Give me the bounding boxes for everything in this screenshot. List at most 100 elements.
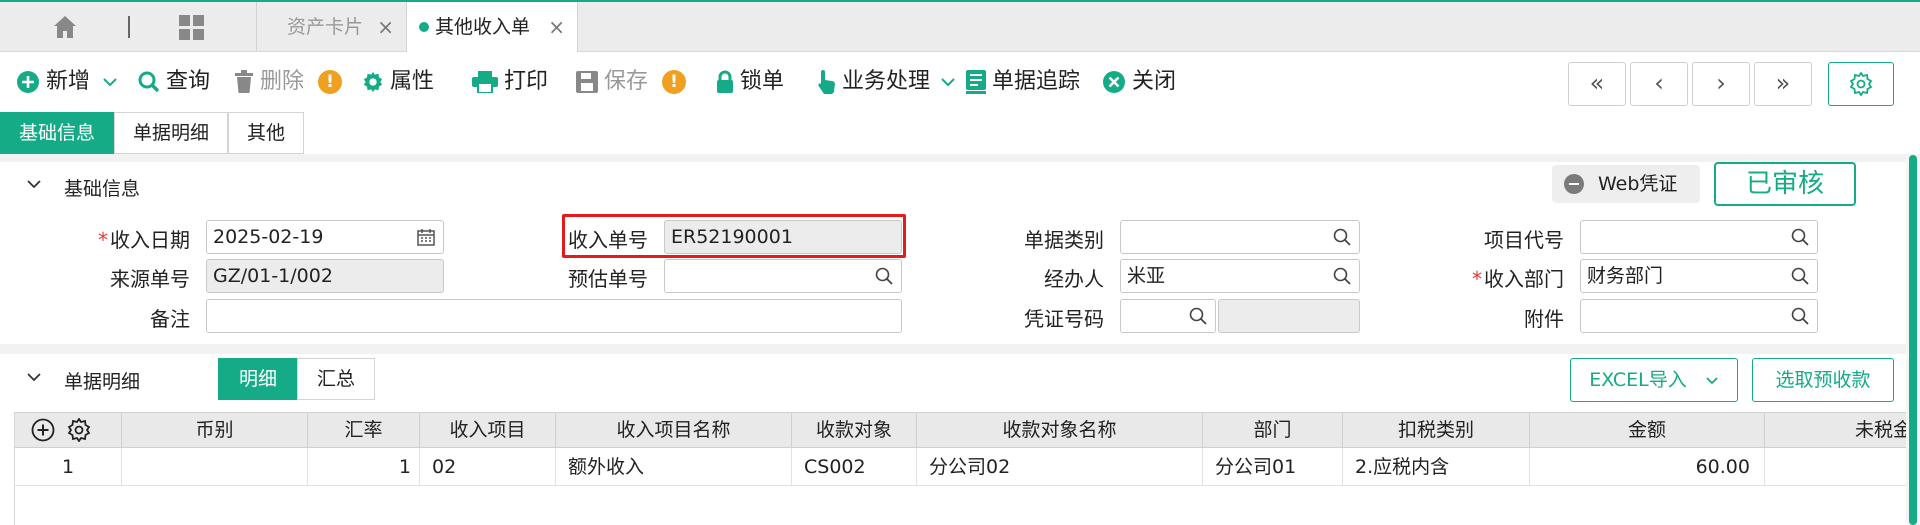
table-row[interactable]: 1 1 02 额外收入 CS002 分公司02 分公司01 2.应税内含 60.…	[15, 448, 1906, 486]
first-record-button[interactable]: «	[1568, 62, 1626, 106]
pointer-hand-icon	[818, 70, 835, 94]
search-icon[interactable]	[1333, 267, 1351, 285]
chevron-down-icon[interactable]	[940, 77, 956, 87]
prev-record-button[interactable]: ‹	[1630, 62, 1688, 106]
scrollbar-thumb[interactable]	[1909, 155, 1917, 525]
last-record-button[interactable]: »	[1754, 62, 1812, 106]
gear-icon[interactable]	[67, 418, 91, 442]
cell-payee[interactable]: CS002	[792, 448, 917, 486]
chevron-down-icon[interactable]	[1705, 376, 1719, 386]
cell-rate[interactable]: 1	[308, 448, 420, 486]
cell-dept[interactable]: 分公司01	[1203, 448, 1343, 486]
col-header-payee-name[interactable]: 收款对象名称	[917, 413, 1203, 449]
search-icon[interactable]	[875, 267, 893, 285]
col-header-tax-type[interactable]: 扣税类别	[1343, 413, 1530, 449]
home-icon[interactable]	[52, 14, 78, 40]
calendar-icon[interactable]	[417, 228, 435, 246]
search-icon[interactable]	[1791, 228, 1809, 246]
col-header-income-item-name[interactable]: 收入项目名称	[556, 413, 792, 449]
cell-amount[interactable]: 60.00	[1530, 448, 1765, 486]
section-title: 单据明细	[64, 371, 141, 393]
close-icon[interactable]: ×	[377, 2, 394, 52]
settings-button[interactable]	[1828, 62, 1894, 106]
cell-tax-type[interactable]: 2.应税内含	[1343, 448, 1530, 486]
chevron-down-icon[interactable]	[102, 77, 118, 87]
print-label: 打印	[504, 69, 549, 94]
close-circle-icon	[1103, 71, 1125, 93]
search-icon[interactable]	[1791, 307, 1809, 325]
gear-icon	[363, 71, 383, 93]
estimate-no-field[interactable]	[664, 259, 902, 293]
next-record-button[interactable]: ›	[1692, 62, 1750, 106]
document-list-icon	[966, 70, 986, 94]
properties-button[interactable]: 属性	[362, 64, 434, 100]
app-grid-icon[interactable]	[178, 14, 206, 42]
warning-icon: !	[318, 70, 343, 94]
handler-label: 经办人	[1044, 267, 1104, 291]
tab-other[interactable]: 其他	[228, 112, 305, 154]
tab-basic-info[interactable]: 基础信息	[0, 112, 115, 154]
attachment-field[interactable]	[1580, 299, 1818, 333]
project-code-label: 项目代号	[1484, 228, 1564, 252]
col-header-dept[interactable]: 部门	[1203, 413, 1343, 449]
cell-untaxed[interactable]	[1765, 448, 1906, 486]
business-process-button[interactable]: 业务处理	[816, 64, 962, 100]
cell-payee-name[interactable]: 分公司02	[917, 448, 1203, 486]
close-button[interactable]: 关闭	[1102, 64, 1176, 100]
remark-field[interactable]	[206, 299, 902, 333]
chevron-down-icon[interactable]	[26, 178, 42, 190]
tab-other-income[interactable]: 其他收入单 ×	[406, 2, 578, 53]
close-label: 关闭	[1132, 69, 1177, 94]
grid-header: 币别 汇率 收入项目 收入项目名称 收款对象 收款对象名称 部门 扣税类别 金额…	[15, 412, 1906, 449]
select-prepay-button[interactable]: 选取预收款	[1752, 358, 1894, 402]
save-button[interactable]: 保存 !	[576, 64, 687, 100]
project-code-field[interactable]	[1580, 220, 1818, 254]
detail-view-button[interactable]: 明细	[218, 358, 298, 400]
grid-tools-cell	[15, 413, 122, 449]
col-header-untaxed[interactable]: 未税金	[1765, 413, 1906, 449]
cell-currency[interactable]	[122, 448, 308, 486]
minus-circle-icon	[1564, 174, 1584, 194]
col-header-income-item[interactable]: 收入项目	[420, 413, 556, 449]
lock-button[interactable]: 锁单	[716, 64, 784, 100]
chevron-down-icon[interactable]	[26, 371, 42, 383]
new-button[interactable]: 新增	[16, 64, 124, 100]
excel-import-button[interactable]: EXCEL导入	[1570, 358, 1738, 402]
web-voucher-label: Web凭证	[1598, 173, 1678, 195]
voucher-no-display	[1218, 299, 1360, 333]
col-header-amount[interactable]: 金额	[1530, 413, 1765, 449]
cell-income-item-name[interactable]: 额外收入	[556, 448, 792, 486]
tab-doc-details[interactable]: 单据明细	[114, 112, 229, 154]
printer-icon	[472, 71, 498, 93]
vertical-scrollbar[interactable]	[1906, 155, 1920, 525]
cell-income-item[interactable]: 02	[420, 448, 556, 486]
income-dept-field[interactable]: 财务部门	[1580, 259, 1818, 293]
voucher-no-field[interactable]	[1120, 299, 1216, 333]
divider	[0, 344, 1920, 354]
web-voucher-button[interactable]: Web凭证	[1552, 165, 1700, 203]
summary-view-button[interactable]: 汇总	[297, 358, 375, 400]
income-date-label: * 收入日期	[98, 228, 190, 252]
search-icon[interactable]	[1189, 307, 1207, 325]
print-button[interactable]: 打印	[472, 64, 548, 100]
add-row-icon[interactable]	[31, 418, 55, 442]
handler-field[interactable]: 米亚	[1120, 259, 1360, 293]
search-icon[interactable]	[1791, 267, 1809, 285]
close-icon[interactable]: ×	[548, 2, 565, 52]
income-date-field[interactable]: 2025-02-19	[206, 220, 444, 254]
col-header-currency[interactable]: 币别	[122, 413, 308, 449]
search-icon[interactable]	[1333, 228, 1351, 246]
doc-type-field[interactable]	[1120, 220, 1360, 254]
col-header-payee[interactable]: 收款对象	[792, 413, 917, 449]
source-no-field[interactable]: GZ/01-1/002	[206, 259, 444, 293]
top-tab-bar: 资产卡片 × 其他收入单 ×	[0, 0, 1920, 53]
highlight-box	[562, 214, 906, 258]
doc-trace-button[interactable]: 单据追踪	[966, 64, 1080, 100]
col-header-rate[interactable]: 汇率	[308, 413, 420, 449]
tab-asset-card[interactable]: 资产卡片 ×	[256, 2, 406, 52]
detail-grid: 币别 汇率 收入项目 收入项目名称 收款对象 收款对象名称 部门 扣税类别 金额…	[14, 412, 1906, 525]
divider	[128, 16, 130, 38]
doc-type-label: 单据类别	[1024, 228, 1104, 252]
delete-button[interactable]: 删除 !	[234, 64, 343, 100]
query-button[interactable]: 查询	[138, 64, 210, 100]
